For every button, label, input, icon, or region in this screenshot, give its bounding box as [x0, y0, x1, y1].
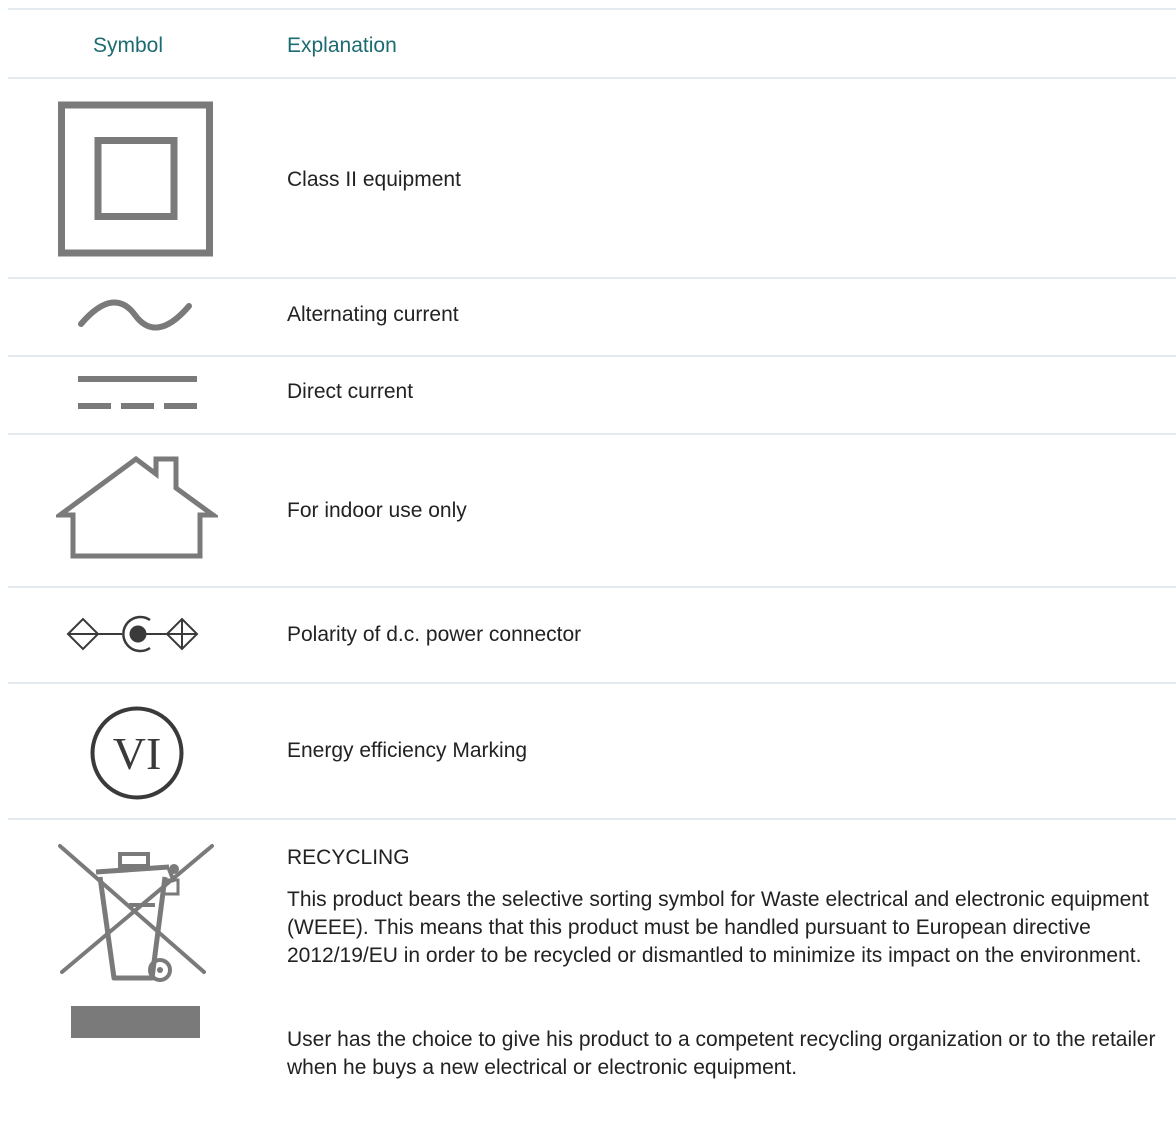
- direct-current-icon: [78, 376, 197, 409]
- energy-efficiency-vi-icon: VI: [90, 706, 184, 800]
- header-rule: [8, 77, 1176, 79]
- row-divider: [8, 433, 1176, 435]
- row-explanation: For indoor use only: [287, 499, 467, 522]
- table-top-rule: [8, 8, 1176, 10]
- explanation-column-header: Explanation: [287, 34, 397, 57]
- alternating-current-icon: [78, 299, 192, 331]
- recycling-paragraph: This product bears the selective sorting…: [287, 888, 1149, 967]
- row-divider: [8, 682, 1176, 684]
- row-divider: [8, 277, 1176, 279]
- class-ii-double-square-icon: [58, 101, 213, 257]
- row-explanation: Class II equipment: [287, 168, 461, 191]
- dc-polarity-icon: [66, 615, 199, 653]
- row-explanation: Alternating current: [287, 303, 459, 326]
- symbol-column-header: Symbol: [93, 34, 164, 57]
- row-divider: [8, 586, 1176, 588]
- weee-crossed-bin-icon: [58, 844, 214, 1038]
- row-divider: [8, 355, 1176, 357]
- vi-label: VI: [113, 728, 162, 779]
- row-explanation: Direct current: [287, 380, 414, 403]
- row-explanation: Polarity of d.c. power connector: [287, 623, 582, 646]
- row-explanation: Energy efficiency Marking: [287, 739, 528, 762]
- indoor-house-icon: [56, 455, 218, 559]
- recycling-paragraph: User has the choice to give his product …: [287, 1028, 1156, 1079]
- row-divider: [8, 818, 1176, 820]
- recycling-title: RECYCLING: [287, 846, 410, 869]
